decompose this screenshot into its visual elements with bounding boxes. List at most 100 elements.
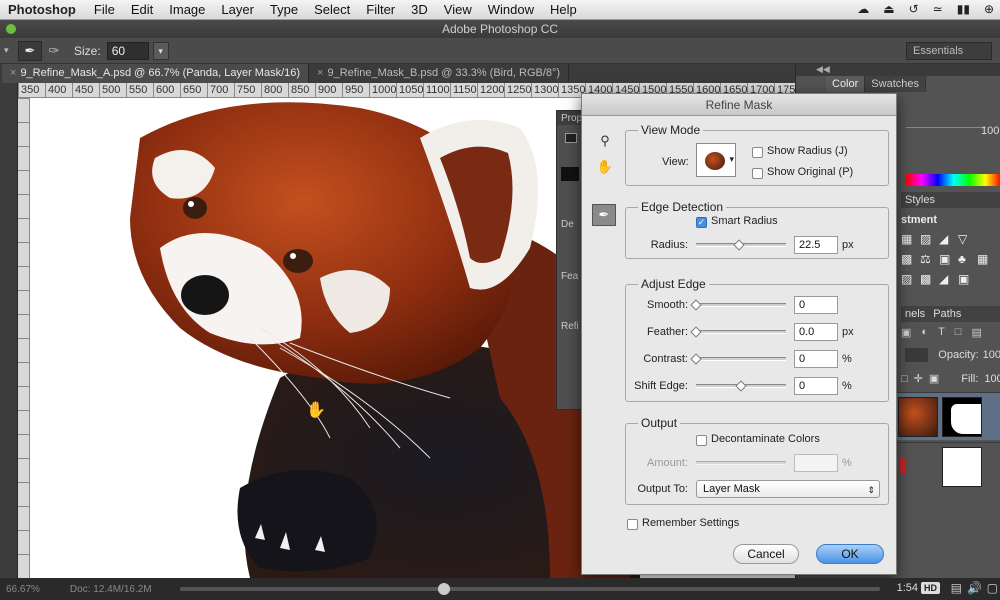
vertical-ruler[interactable] <box>18 98 30 578</box>
time-machine-icon[interactable]: ↺ <box>909 2 919 16</box>
contrast-slider[interactable] <box>696 357 786 361</box>
decontaminate-colors-checkbox[interactable] <box>696 435 707 446</box>
doc-tab-refine-mask-b[interactable]: × 9_Refine_Mask_B.psd @ 33.3% (Bird, RGB/… <box>309 64 570 83</box>
tab-paths[interactable]: Paths <box>929 306 965 322</box>
opacity-value[interactable]: 100 <box>983 349 1000 361</box>
smooth-input[interactable]: 0 <box>794 296 838 314</box>
radius-slider-knob[interactable] <box>733 239 745 251</box>
gradient-map-icon[interactable]: ▣ <box>958 272 977 286</box>
menu-layer[interactable]: Layer <box>221 2 254 17</box>
size-dropdown-button[interactable]: ▾ <box>152 41 169 60</box>
radius-input[interactable]: 22.5 <box>794 236 838 254</box>
app-menu[interactable]: Photoshop <box>8 2 76 17</box>
hd-toggle[interactable]: HD <box>921 582 940 594</box>
battery-icon[interactable]: ▮▮ <box>957 2 970 16</box>
shift-edge-input[interactable]: 0 <box>794 377 838 395</box>
tools-panel[interactable] <box>0 64 18 580</box>
smart-radius-checkbox[interactable]: ✓ <box>696 217 707 228</box>
refine-radius-brush-icon[interactable]: ✒ <box>592 204 616 226</box>
menu-edit[interactable]: Edit <box>131 2 153 17</box>
exposure-icon[interactable]: ◢ <box>939 232 958 246</box>
menu-help[interactable]: Help <box>550 2 577 17</box>
menu-window[interactable]: Window <box>488 2 534 17</box>
captions-icon[interactable]: ▤ <box>951 581 962 595</box>
feather-input[interactable]: 0.0 <box>794 323 838 341</box>
feather-slider-knob[interactable] <box>690 326 702 338</box>
layer-mask-thumbnail[interactable] <box>942 397 982 437</box>
invert-icon[interactable]: ▨ <box>901 272 920 286</box>
hue-saturation-icon[interactable]: ▩ <box>901 252 920 266</box>
size-input[interactable]: 60 <box>106 41 149 60</box>
lock-all-icon[interactable]: ▣ <box>929 372 939 385</box>
shift-edge-slider-knob[interactable] <box>735 380 747 392</box>
lock-transparent-icon[interactable]: □ <box>901 373 908 385</box>
workspace-switcher[interactable]: Essentials <box>906 42 992 60</box>
hand-tool-icon[interactable]: ✋ <box>594 156 616 178</box>
doc-tab-refine-mask-a[interactable]: × 9_Refine_Mask_A.psd @ 66.7% (Panda, Lay… <box>2 64 310 83</box>
layer-row-panda[interactable] <box>896 392 1000 440</box>
menu-file[interactable]: File <box>94 2 115 17</box>
vibrance-icon[interactable]: ▽ <box>958 232 977 246</box>
layer-filter-adjust-icon[interactable]: ◐ <box>921 326 928 339</box>
blend-mode-dropdown[interactable] <box>905 348 929 362</box>
layer-thumbnail[interactable] <box>942 447 982 487</box>
color-value[interactable]: 100 <box>981 125 999 137</box>
video-progress-track[interactable] <box>180 587 880 591</box>
menu-view[interactable]: View <box>444 2 472 17</box>
color-slider[interactable] <box>906 122 986 128</box>
color-spectrum[interactable] <box>906 174 1000 186</box>
remember-settings-checkbox[interactable] <box>627 519 638 530</box>
tab-channels[interactable]: nels <box>901 306 929 322</box>
menu-type[interactable]: Type <box>270 2 298 17</box>
feather-slider[interactable] <box>696 330 786 334</box>
ok-button[interactable]: OK <box>816 544 884 564</box>
fill-value[interactable]: 100 <box>984 373 1000 385</box>
color-balance-icon[interactable]: ⚖ <box>920 252 939 266</box>
fullscreen-icon[interactable]: ▢ <box>987 581 998 595</box>
layer-filter-shape-icon[interactable]: □ <box>955 326 962 339</box>
smooth-slider[interactable] <box>696 303 786 307</box>
window-zoom-button[interactable] <box>6 24 16 34</box>
tab-styles[interactable]: Styles <box>901 192 1000 208</box>
layer-filter-type-icon[interactable]: T <box>938 326 945 339</box>
channel-mixer-icon[interactable]: ♣ <box>958 252 977 266</box>
contrast-slider-knob[interactable] <box>690 353 702 365</box>
levels-icon[interactable]: ▦ <box>901 232 920 246</box>
contrast-input[interactable]: 0 <box>794 350 838 368</box>
cancel-button[interactable]: Cancel <box>733 544 799 564</box>
spotlight-icon[interactable]: ⊕ <box>984 2 994 16</box>
refine-radius-tool-icon[interactable]: ✒ <box>18 40 42 61</box>
layer-thumbnail[interactable] <box>898 397 938 437</box>
video-progress-knob[interactable] <box>438 583 450 595</box>
wifi-icon[interactable]: ≃ <box>933 2 943 16</box>
output-to-select[interactable]: Layer Mask ⇕ <box>696 480 880 498</box>
zoom-level[interactable]: 66.67% <box>6 584 40 595</box>
layer-filter-image-icon[interactable]: ▣ <box>901 326 911 339</box>
show-original-checkbox[interactable] <box>752 168 763 179</box>
collapse-panels-icon[interactable]: ◀◀ <box>816 64 830 75</box>
properties-panel[interactable]: Prop De Fea Refi <box>556 110 583 410</box>
posterize-icon[interactable]: ▩ <box>920 272 939 286</box>
curves-icon[interactable]: ▨ <box>920 232 939 246</box>
menu-filter[interactable]: Filter <box>366 2 395 17</box>
tool-preset-caret-icon[interactable]: ▾ <box>4 45 9 56</box>
show-radius-checkbox[interactable] <box>752 147 763 158</box>
menu-3d[interactable]: 3D <box>411 2 428 17</box>
amount-input[interactable] <box>794 454 838 472</box>
close-tab-icon[interactable]: × <box>317 67 323 79</box>
layer-row-background[interactable] <box>896 442 1000 490</box>
volume-icon[interactable]: 🔊 <box>967 581 982 595</box>
eject-icon[interactable]: ⏏ <box>883 2 894 16</box>
black-white-icon[interactable]: ▣ <box>939 252 958 266</box>
tab-swatches[interactable]: Swatches <box>865 76 926 92</box>
close-tab-icon[interactable]: × <box>10 67 16 79</box>
amount-slider[interactable] <box>696 461 786 465</box>
color-lookup-icon[interactable]: ▦ <box>977 252 996 266</box>
lock-move-icon[interactable]: ✛ <box>914 372 923 385</box>
menu-image[interactable]: Image <box>169 2 205 17</box>
menu-select[interactable]: Select <box>314 2 350 17</box>
erase-refinements-tool-icon[interactable]: ✑ <box>44 41 64 61</box>
creative-cloud-icon[interactable]: ☁ <box>857 2 869 16</box>
layer-filter-smart-icon[interactable]: ▤ <box>971 326 981 339</box>
view-mode-picker[interactable]: ▾ <box>696 143 736 177</box>
